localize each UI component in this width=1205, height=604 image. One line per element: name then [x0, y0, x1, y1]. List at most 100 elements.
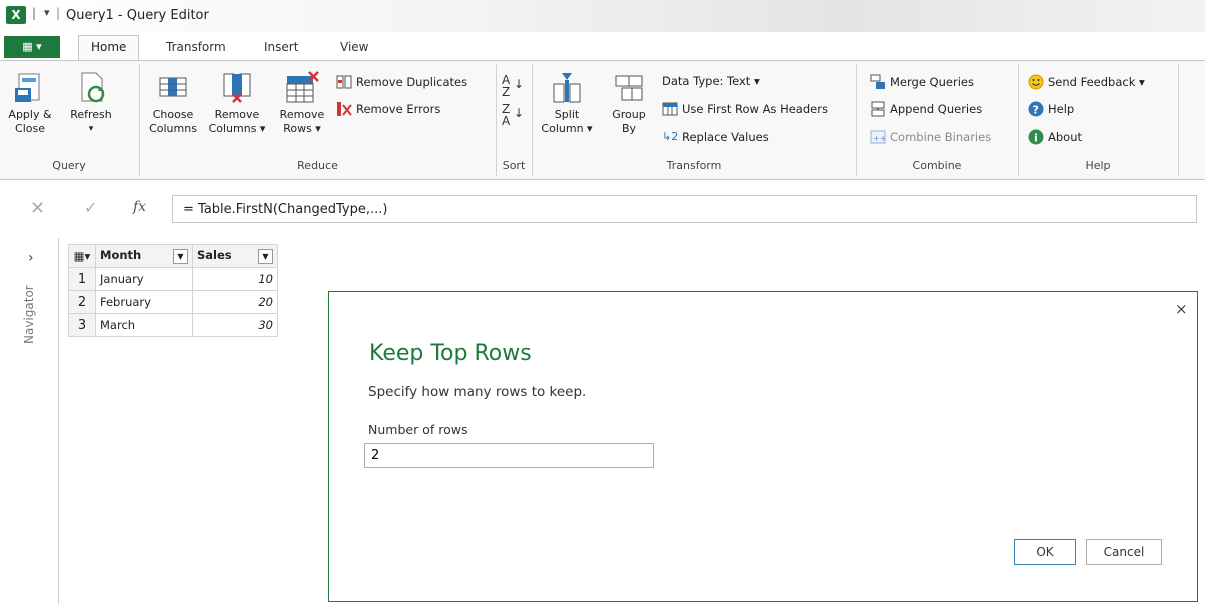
tab-view[interactable]: View [330, 38, 378, 56]
remove-errors-button[interactable]: Remove Errors [336, 101, 440, 117]
apply-close-button[interactable]: Apply & Close [0, 70, 60, 136]
refresh-dropdown-icon: ▾ [88, 124, 94, 134]
filter-dropdown-icon[interactable]: ▼ [173, 249, 188, 264]
split-column-label-1: Split [554, 108, 580, 121]
window-title: Query1 - Query Editor [66, 8, 209, 23]
row-number: 1 [68, 267, 96, 291]
svg-text:++: ++ [873, 134, 886, 143]
replace-values-button[interactable]: ↳2 Replace Values [662, 129, 769, 145]
formula-input[interactable]: = Table.FirstN(ChangedType,...) [172, 195, 1197, 223]
cancel-button[interactable]: Cancel [1086, 539, 1162, 565]
remove-duplicates-button[interactable]: Remove Duplicates [336, 74, 467, 90]
apply-close-label-1: Apply & [8, 108, 52, 121]
group-by-label-1: Group [612, 108, 646, 121]
remove-rows-icon [285, 70, 319, 104]
remove-rows-button[interactable]: Remove Rows ▾ [272, 70, 332, 136]
remove-columns-button[interactable]: Remove Columns ▾ [204, 70, 270, 136]
data-type-dropdown[interactable]: Data Type: Text ▾ [662, 74, 760, 88]
cancel-formula-icon[interactable]: ✕ [30, 198, 45, 219]
use-first-row-headers-label: Use First Row As Headers [682, 102, 828, 116]
cell-month[interactable]: March [95, 313, 193, 337]
table-row[interactable]: 1 January 10 [68, 267, 278, 291]
column-header-sales[interactable]: Sales ▼ [192, 244, 278, 268]
cell-sales[interactable]: 20 [192, 290, 278, 314]
group-label-help: Help [1085, 159, 1111, 172]
svg-text:i: i [1034, 132, 1038, 145]
cell-month[interactable]: January [95, 267, 193, 291]
table-headers-icon [662, 101, 678, 117]
cell-sales[interactable]: 10 [192, 267, 278, 291]
group-label-query: Query [52, 159, 86, 172]
group-label-sort: Sort [502, 159, 526, 172]
row-number: 2 [68, 290, 96, 314]
table-row[interactable]: 3 March 30 [68, 313, 278, 337]
replace-values-icon: ↳2 [662, 130, 679, 143]
append-queries-button[interactable]: Append Queries [870, 101, 982, 117]
number-of-rows-label: Number of rows [368, 422, 468, 437]
split-column-button[interactable]: Split Column ▾ [538, 70, 596, 136]
cell-month[interactable]: February [95, 290, 193, 314]
column-header-month[interactable]: Month ▼ [95, 244, 193, 268]
refresh-icon [74, 70, 108, 104]
choose-columns-icon [156, 70, 190, 104]
group-by-icon [612, 70, 646, 104]
data-grid: ▦▾ Month ▼ Sales ▼ 1 January 10 2 February… [68, 244, 278, 337]
send-feedback-label: Send Feedback ▾ [1048, 75, 1145, 89]
remove-errors-icon [336, 101, 352, 117]
about-button[interactable]: i About [1028, 129, 1082, 145]
expand-navigator-icon[interactable]: › [28, 250, 34, 266]
choose-columns-label-2: Columns [149, 122, 197, 135]
tab-home[interactable]: Home [78, 35, 140, 60]
group-by-label-2: By [621, 122, 637, 135]
split-column-label-2: Column ▾ [541, 122, 593, 135]
group-by-button[interactable]: Group By [604, 70, 654, 136]
row-number: 3 [68, 313, 96, 337]
fx-icon[interactable]: fx [133, 199, 146, 215]
question-mark-icon: ? [1028, 101, 1044, 117]
title-separator-2: | [56, 6, 61, 20]
svg-text:?: ? [1033, 104, 1039, 117]
table-row[interactable]: 2 February 20 [68, 290, 278, 314]
use-first-row-headers-button[interactable]: Use First Row As Headers [662, 101, 828, 117]
send-feedback-button[interactable]: Send Feedback ▾ [1028, 74, 1145, 90]
choose-columns-label-1: Choose [152, 108, 194, 121]
remove-rows-label-1: Remove [279, 108, 325, 121]
group-label-combine: Combine [912, 159, 962, 172]
cell-sales[interactable]: 30 [192, 313, 278, 337]
sort-descending-icon[interactable]: Z A ↓ [502, 103, 524, 127]
title-separator: | [32, 6, 37, 20]
tab-transform[interactable]: Transform [156, 38, 236, 56]
combine-binaries-label: Combine Binaries [890, 130, 992, 144]
group-label-reduce: Reduce [297, 159, 338, 172]
remove-duplicates-label: Remove Duplicates [356, 75, 468, 89]
group-label-transform: Transform [666, 159, 722, 172]
replace-values-label: Replace Values [682, 130, 769, 144]
close-icon[interactable]: × [1175, 300, 1188, 318]
merge-queries-icon [870, 74, 886, 90]
confirm-formula-icon[interactable]: ✓ [84, 198, 97, 217]
grid-header-row: ▦▾ Month ▼ Sales ▼ [68, 244, 278, 268]
combine-binaries-button[interactable]: ++ Combine Binaries [870, 129, 991, 145]
quick-access-dropdown-icon[interactable]: ▾ [44, 6, 50, 19]
smiley-icon [1028, 74, 1044, 90]
file-menu-button[interactable]: ▦ ▾ [4, 36, 60, 58]
tab-insert[interactable]: Insert [254, 38, 308, 56]
number-of-rows-input[interactable] [364, 443, 654, 468]
about-label: About [1048, 130, 1083, 144]
remove-columns-label-2: Columns ▾ [208, 122, 266, 135]
append-queries-icon [870, 101, 886, 117]
sort-ascending-icon[interactable]: A Z ↓ [502, 74, 524, 98]
data-type-label: Data Type: Text ▾ [662, 74, 760, 88]
filter-dropdown-icon[interactable]: ▼ [258, 249, 273, 264]
choose-columns-button[interactable]: Choose Columns [143, 70, 203, 136]
excel-app-icon[interactable]: X [6, 6, 26, 24]
help-button[interactable]: ? Help [1028, 101, 1074, 117]
combine-binaries-icon: ++ [870, 129, 886, 145]
dialog-title: Keep Top Rows [369, 341, 532, 366]
ok-button[interactable]: OK [1014, 539, 1076, 565]
merge-queries-button[interactable]: Merge Queries [870, 74, 974, 90]
navigator-label[interactable]: Navigator [22, 268, 42, 348]
refresh-button[interactable]: Refresh ▾ [62, 70, 120, 136]
table-menu-icon[interactable]: ▦▾ [68, 244, 96, 268]
refresh-label: Refresh [70, 108, 112, 121]
